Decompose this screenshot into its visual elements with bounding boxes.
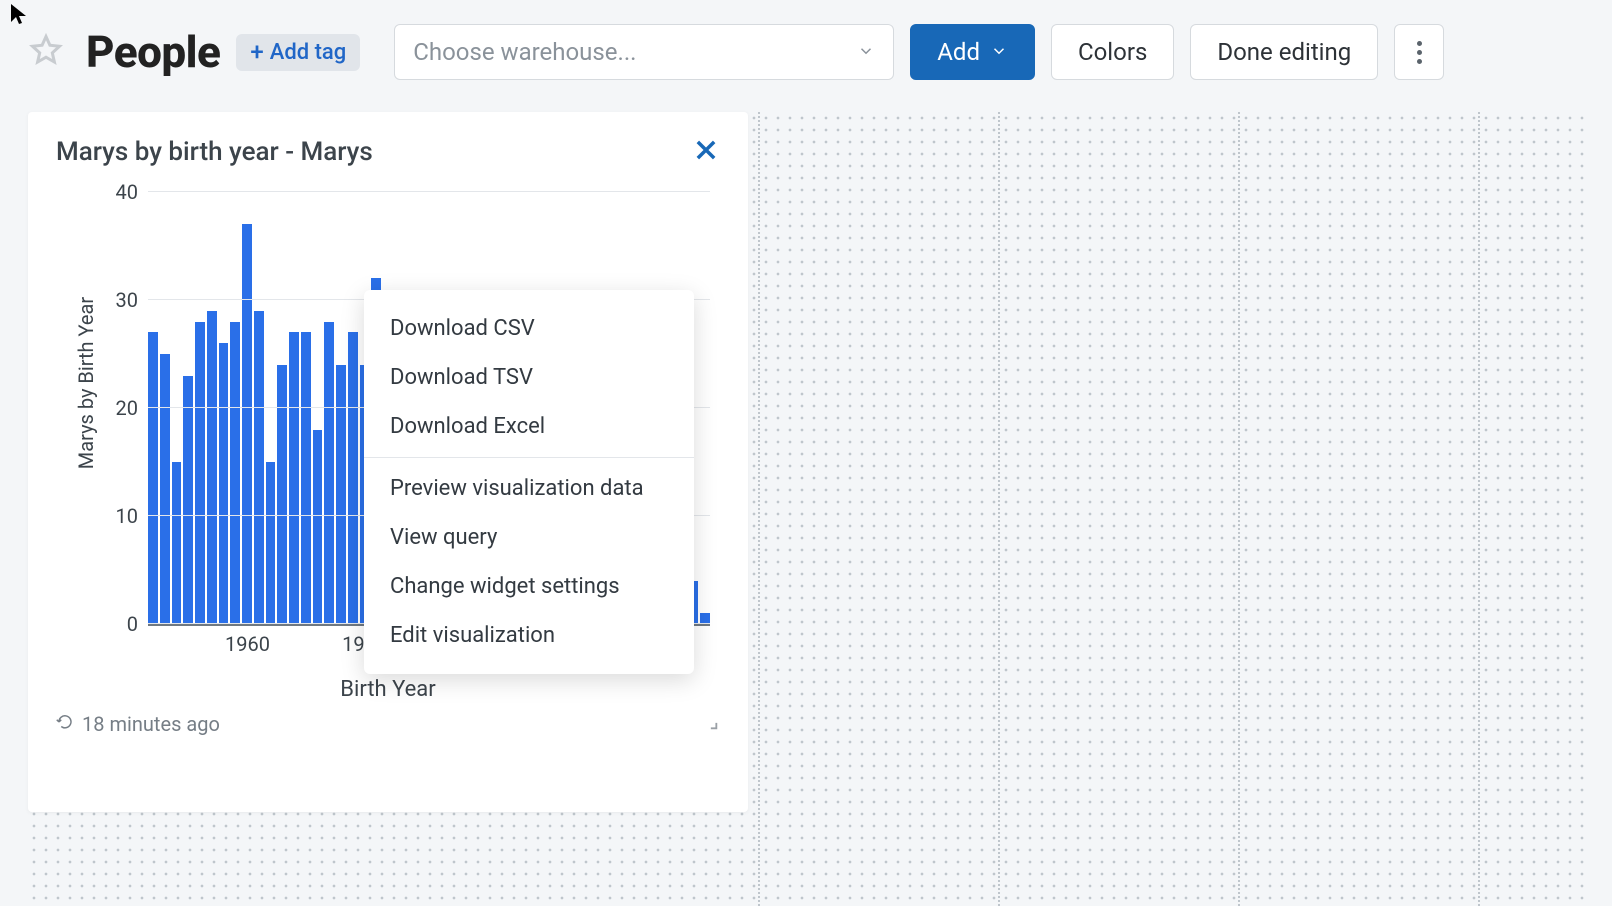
chart-bar[interactable]	[172, 462, 182, 624]
menu-download-csv[interactable]: Download CSV	[364, 304, 694, 353]
topbar: People + Add tag Choose warehouse... Add…	[0, 0, 1612, 98]
done-editing-button[interactable]: Done editing	[1190, 24, 1378, 80]
menu-download-excel[interactable]: Download Excel	[364, 402, 694, 451]
menu-view-query[interactable]: View query	[364, 513, 694, 562]
chart-bar[interactable]	[148, 332, 158, 624]
warehouse-select[interactable]: Choose warehouse...	[394, 24, 894, 80]
chart-bar[interactable]	[348, 332, 358, 624]
vertical-dots-icon	[1417, 41, 1422, 64]
grid-column-separator	[1238, 112, 1240, 906]
y-tick-label: 40	[98, 180, 138, 204]
add-button[interactable]: Add	[910, 24, 1035, 80]
widget-title[interactable]: Marys by birth year - Marys	[56, 137, 373, 167]
grid-column-separator	[1478, 112, 1480, 906]
chart-bar[interactable]	[183, 376, 193, 624]
menu-change-settings[interactable]: Change widget settings	[364, 562, 694, 611]
plus-icon: +	[250, 40, 263, 64]
favorite-star-icon[interactable]	[28, 32, 64, 72]
chart-bar[interactable]	[230, 322, 240, 624]
more-options-button[interactable]	[1394, 24, 1444, 80]
chart-bar[interactable]	[324, 322, 334, 624]
chart-bar[interactable]	[254, 311, 264, 624]
x-tick-label: 1960	[225, 632, 270, 656]
menu-divider	[364, 457, 694, 458]
menu-download-tsv[interactable]: Download TSV	[364, 353, 694, 402]
close-icon[interactable]	[692, 136, 720, 168]
chart-bar[interactable]	[336, 365, 346, 624]
colors-button-label: Colors	[1078, 38, 1147, 66]
chart-bar[interactable]	[289, 332, 299, 624]
chevron-down-icon	[990, 38, 1008, 66]
chart-bar[interactable]	[195, 322, 205, 624]
warehouse-placeholder: Choose warehouse...	[413, 38, 636, 66]
chart-bar[interactable]	[266, 462, 276, 624]
add-button-label: Add	[937, 38, 980, 66]
colors-button[interactable]: Colors	[1051, 24, 1174, 80]
chart-bar[interactable]	[301, 332, 311, 624]
widget-context-menu: Download CSV Download TSV Download Excel…	[364, 290, 694, 674]
add-tag-button[interactable]: + Add tag	[236, 34, 360, 71]
add-tag-label: Add tag	[270, 40, 347, 65]
menu-preview-data[interactable]: Preview visualization data	[364, 464, 694, 513]
menu-edit-visualization[interactable]: Edit visualization	[364, 611, 694, 660]
last-refresh[interactable]: 18 minutes ago	[56, 712, 220, 736]
chart-bar[interactable]	[219, 343, 229, 624]
mouse-cursor-icon	[8, 2, 32, 30]
y-tick-label: 10	[98, 504, 138, 528]
y-tick-label: 20	[98, 396, 138, 420]
grid-column-separator	[758, 112, 760, 906]
chart-bar[interactable]	[242, 224, 252, 624]
refresh-label: 18 minutes ago	[82, 712, 220, 736]
resize-handle-icon[interactable]	[698, 710, 720, 737]
refresh-icon	[56, 712, 74, 736]
chart-bar[interactable]	[207, 311, 217, 624]
y-axis-label: Marys by Birth Year	[74, 297, 98, 469]
chart-bar[interactable]	[313, 430, 323, 624]
y-tick-label: 0	[98, 612, 138, 636]
x-axis-label: Birth Year	[340, 677, 435, 702]
y-tick-label: 30	[98, 288, 138, 312]
chart-bar[interactable]	[160, 354, 170, 624]
done-editing-label: Done editing	[1217, 38, 1351, 66]
page-title: People	[86, 26, 220, 78]
dashboard-grid: Marys by birth year - Marys Marys by Bir…	[28, 112, 1584, 906]
chevron-down-icon	[857, 38, 875, 66]
grid-column-separator	[998, 112, 1000, 906]
chart-bar[interactable]	[277, 365, 287, 624]
